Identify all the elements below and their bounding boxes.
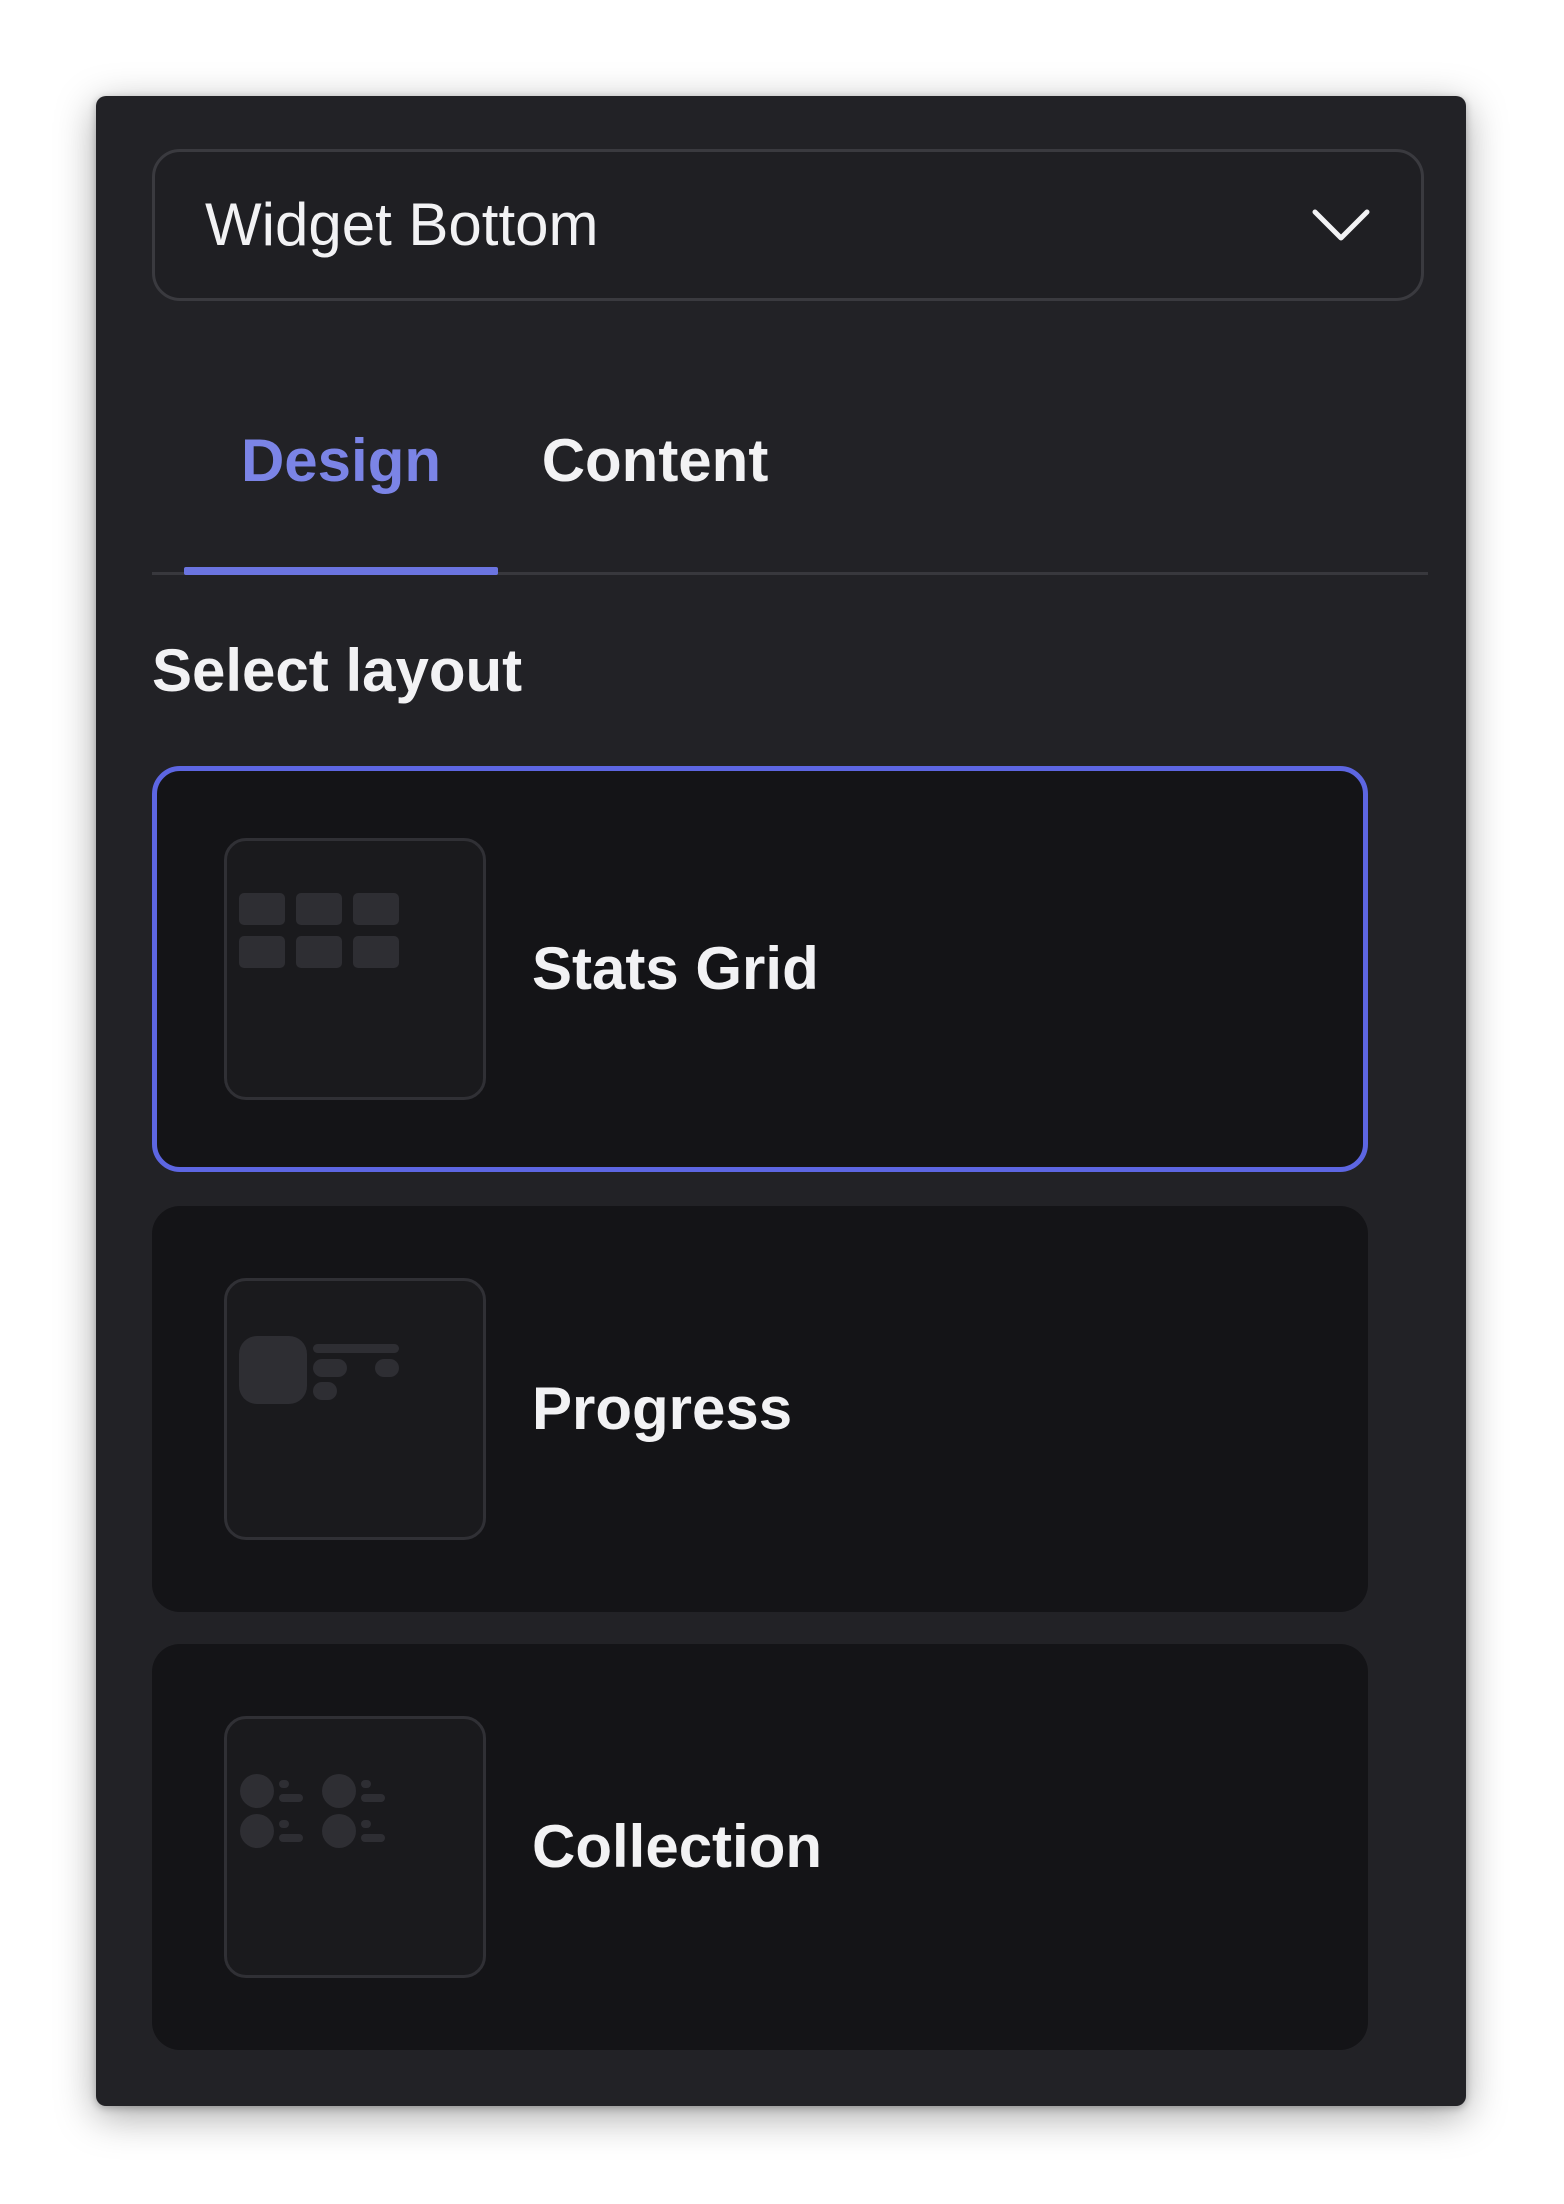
layout-settings-panel: Widget Bottom Design Content Select layo… xyxy=(96,96,1466,2106)
chevron-down-icon xyxy=(1309,198,1373,246)
tab-bar: Design Content xyxy=(152,386,1428,575)
layout-option-label: Progress xyxy=(532,1375,793,1442)
progress-thumbnail-icon xyxy=(224,1278,486,1540)
widget-select-value: Widget Bottom xyxy=(205,191,599,258)
widget-select-dropdown[interactable]: Widget Bottom xyxy=(152,149,1424,301)
tab-content[interactable]: Content xyxy=(498,386,812,572)
layout-option-label: Stats Grid xyxy=(532,935,819,1002)
tab-design[interactable]: Design xyxy=(184,386,498,575)
section-title: Select layout xyxy=(152,637,523,704)
layout-option-collection[interactable]: Collection xyxy=(152,1644,1368,2050)
collection-thumbnail-icon xyxy=(224,1716,486,1978)
layout-option-label: Collection xyxy=(532,1813,823,1880)
layout-option-progress[interactable]: Progress xyxy=(152,1206,1368,1612)
layout-option-stats-grid[interactable]: Stats Grid xyxy=(152,766,1368,1172)
stats-grid-thumbnail-icon xyxy=(224,838,486,1100)
